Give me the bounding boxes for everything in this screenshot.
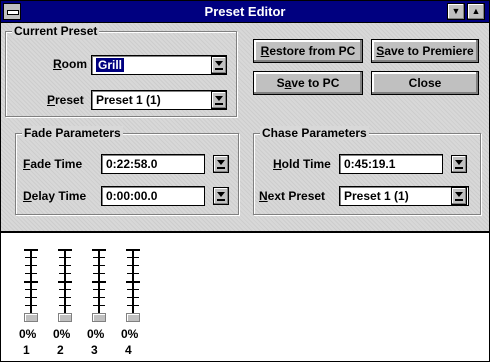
fader-tick [25,289,37,290]
fader-channel-3[interactable]: 0% 3 [87,249,111,359]
fader-tick [59,265,71,266]
hold-time-value: 0:45:19.1 [344,157,396,171]
fader-channel-2[interactable]: 0% 2 [53,249,77,359]
fader-track [30,249,32,317]
fader-tick [25,273,37,274]
fader-tick [127,273,139,274]
minimize-button[interactable]: ▼ [447,3,465,20]
fader-tick [25,265,37,266]
fader-knob[interactable] [58,313,72,322]
fader-level: 0% [121,327,139,341]
window-title: Preset Editor [204,4,286,19]
fader-tick [127,289,139,290]
preset-editor-window: Preset Editor ▼ ▲ Current Preset Room Gr… [0,0,490,362]
fader-tick [126,249,140,251]
preset-dropdown-arrow-icon[interactable] [211,91,227,109]
fader-knob[interactable] [126,313,140,322]
delay-time-input[interactable]: 0:00:00.0 [101,186,205,206]
fader-channel-number: 3 [91,343,98,357]
fader-tick [25,297,37,298]
fader-tick [127,305,139,306]
fade-time-dropdown-arrow-icon[interactable] [213,155,229,173]
title-bar: Preset Editor ▼ ▲ [1,1,489,23]
fader-tick [126,281,140,283]
fader-tick [25,305,37,306]
hold-time-label: Hold Time [273,157,331,171]
fader-tick [59,257,71,258]
next-preset-label: Next Preset [259,189,326,203]
fader-track [132,249,134,317]
fader-level: 0% [53,327,71,341]
fader-tick [93,297,105,298]
fader-track [98,249,100,317]
save-to-pc-button[interactable]: Save to PC [253,71,363,95]
fade-time-label: Fade Time [23,157,83,171]
fader-tick [92,281,106,283]
room-select[interactable]: Grill [91,55,227,75]
next-preset-value: Preset 1 (1) [344,189,409,203]
preset-label: Preset [47,93,84,107]
fader-knob[interactable] [24,313,38,322]
delay-time-value: 0:00:00.0 [106,189,158,203]
fader-knob[interactable] [92,313,106,322]
fader-tick [59,297,71,298]
fader-channel-number: 1 [23,343,30,357]
next-preset-dropdown-arrow-icon[interactable] [451,187,467,205]
current-preset-title: Current Preset [12,24,100,38]
room-dropdown-arrow-icon[interactable] [211,56,227,74]
fader-channel-number: 4 [125,343,132,357]
fader-channel-4[interactable]: 0% 4 [121,249,145,359]
fader-level: 0% [87,327,105,341]
chase-parameters-title: Chase Parameters [260,126,369,140]
next-preset-select[interactable]: Preset 1 (1) [339,186,469,206]
fader-channel-1[interactable]: 0% 1 [19,249,43,359]
preset-select[interactable]: Preset 1 (1) [91,90,227,110]
fader-tick [59,289,71,290]
save-to-premiere-button[interactable]: Save to Premiere [371,39,479,63]
fader-tick [58,249,72,251]
delay-time-label: Delay Time [23,189,87,203]
fade-time-value: 0:22:58.0 [106,157,158,171]
fader-tick [24,281,38,283]
fade-parameters-title: Fade Parameters [22,126,123,140]
maximize-button[interactable]: ▲ [467,3,485,20]
room-value: Grill [96,58,125,72]
hold-time-dropdown-arrow-icon[interactable] [451,155,467,173]
fader-tick [93,305,105,306]
fader-tick [59,273,71,274]
fader-tick [93,273,105,274]
close-button[interactable]: Close [371,71,479,95]
fader-channel-number: 2 [57,343,64,357]
fader-track [64,249,66,317]
restore-from-pc-button[interactable]: Restore from PC [253,39,363,63]
fader-tick [58,281,72,283]
fader-tick [93,265,105,266]
fader-tick [25,257,37,258]
fader-level: 0% [19,327,37,341]
fader-tick [127,265,139,266]
fader-area: 0% 1 0% 2 0% 3 0% 4 [1,237,489,361]
fade-time-input[interactable]: 0:22:58.0 [101,154,205,174]
preset-value: Preset 1 (1) [96,93,161,107]
fader-tick [93,289,105,290]
hold-time-input[interactable]: 0:45:19.1 [339,154,443,174]
fader-tick [93,257,105,258]
delay-time-dropdown-arrow-icon[interactable] [213,187,229,205]
room-label: Room [53,57,88,71]
settings-panel: Current Preset Room Grill Preset Preset … [1,23,489,233]
fader-tick [127,297,139,298]
fader-tick [127,257,139,258]
fader-tick [92,249,106,251]
fader-tick [59,305,71,306]
fader-tick [24,249,38,251]
